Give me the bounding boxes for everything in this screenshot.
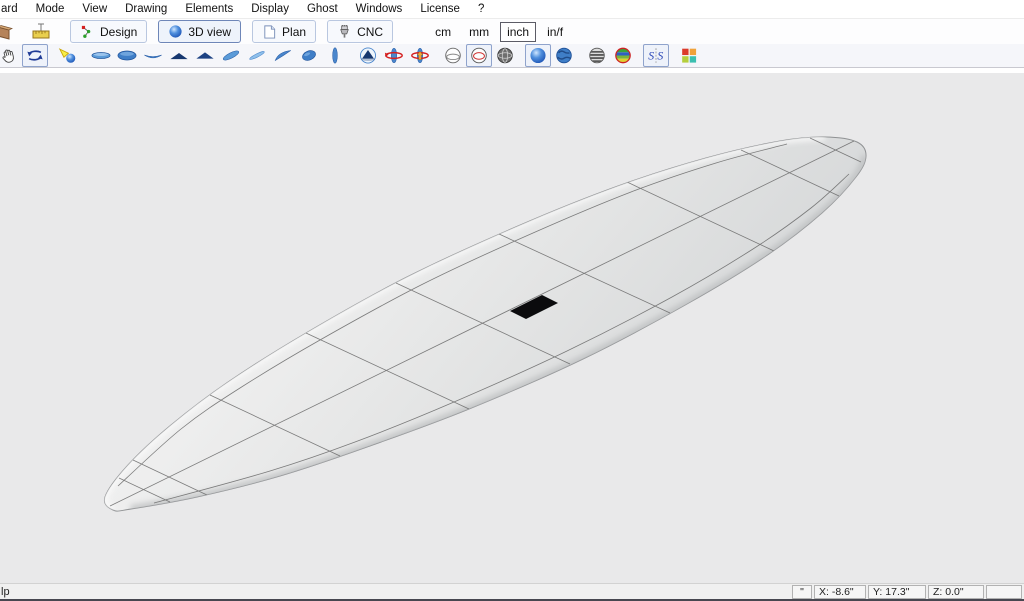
- status-z-coordinate: Z: 0.0": [928, 585, 984, 599]
- cnc-button[interactable]: CNC: [327, 20, 393, 43]
- file-icon[interactable]: [0, 21, 16, 43]
- svg-text:S: S: [657, 49, 663, 63]
- render-wireframe-red-icon[interactable]: [466, 44, 492, 67]
- menu-item-windows[interactable]: Windows: [347, 1, 412, 17]
- view-front-icon[interactable]: [166, 44, 192, 67]
- view-perspective-wedge-icon[interactable]: [270, 44, 296, 67]
- status-help-text: lp: [1, 586, 10, 598]
- blue-sphere-icon: [168, 24, 183, 39]
- menu-item-mode[interactable]: Mode: [27, 1, 74, 17]
- pan-hand-icon[interactable]: [0, 44, 22, 67]
- render-textured-icon[interactable]: [551, 44, 577, 67]
- page-icon: [262, 24, 277, 39]
- main-toolbar-buttons: Design 3D view Plan CNC: [70, 20, 404, 43]
- status-empty-panel: [986, 585, 1022, 599]
- render-stripes-color-icon[interactable]: [610, 44, 636, 67]
- status-y-coordinate: Y: 17.3": [868, 585, 926, 599]
- sphere-fin-icon[interactable]: [355, 44, 381, 67]
- view-perspective-blob-icon[interactable]: [296, 44, 322, 67]
- board-stringer-line: [110, 141, 854, 506]
- menu-item-elements[interactable]: Elements: [176, 1, 242, 17]
- render-wireframe-dark-icon[interactable]: [492, 44, 518, 67]
- ruler-icon[interactable]: [30, 21, 52, 43]
- color-tiles-icon[interactable]: [676, 44, 702, 67]
- viewport-3d[interactable]: [0, 73, 1024, 583]
- view-bottom-icon[interactable]: [114, 44, 140, 67]
- status-x-coordinate: X: -8.6": [814, 585, 866, 599]
- view-side-ellipse-icon[interactable]: [322, 44, 348, 67]
- view-top-outline-icon[interactable]: [88, 44, 114, 67]
- unit-cm[interactable]: cm: [428, 22, 458, 42]
- cnc-head-icon: [337, 24, 352, 39]
- menu-item-ghost[interactable]: Ghost: [298, 1, 347, 17]
- status-unit-panel: ": [792, 585, 812, 599]
- menu-bar: ard Mode View Drawing Elements Display G…: [0, 0, 1024, 19]
- status-coordinates: " X: -8.6" Y: 17.3" Z: 0.0": [792, 585, 1024, 599]
- menu-item-board[interactable]: ard: [0, 1, 27, 17]
- view-perspective-top-icon[interactable]: [218, 44, 244, 67]
- menu-item-help[interactable]: ?: [469, 1, 493, 17]
- plan-button[interactable]: Plan: [252, 20, 316, 43]
- render-wireframe-light-icon[interactable]: [440, 44, 466, 67]
- control-points-icon: [80, 24, 95, 39]
- view-rocker-icon[interactable]: [140, 44, 166, 67]
- board-outline: [104, 137, 866, 511]
- view-toolbar: S S: [0, 44, 1024, 68]
- rotate-push-icon[interactable]: [407, 44, 433, 67]
- unit-switcher: cm mm inch in/f: [426, 22, 572, 42]
- menu-item-display[interactable]: Display: [242, 1, 298, 17]
- main-toolbar: Design 3D view Plan CNC cm: [0, 19, 1024, 44]
- render-stripes-gray-icon[interactable]: [584, 44, 610, 67]
- unit-inf[interactable]: in/f: [540, 22, 570, 42]
- render-solid-blue-icon[interactable]: [525, 44, 551, 67]
- unit-inch[interactable]: inch: [500, 22, 536, 42]
- board-mesh: [110, 138, 861, 506]
- view-perspective-flat-icon[interactable]: [244, 44, 270, 67]
- rotate-3d-icon[interactable]: [22, 44, 48, 67]
- status-bar: lp " X: -8.6" Y: 17.3" Z: 0.0": [0, 583, 1024, 601]
- menu-item-view[interactable]: View: [73, 1, 116, 17]
- view-back-icon[interactable]: [192, 44, 218, 67]
- design-button[interactable]: Design: [70, 20, 147, 43]
- zoom-light-icon[interactable]: [55, 44, 81, 67]
- symmetry-icon[interactable]: S S: [643, 44, 669, 67]
- menu-item-license[interactable]: License: [411, 1, 469, 17]
- board-svg: [0, 73, 1024, 583]
- 3d-view-button[interactable]: 3D view: [158, 20, 241, 43]
- rotate-axis-icon[interactable]: [381, 44, 407, 67]
- svg-text:S: S: [648, 49, 654, 63]
- menu-item-drawing[interactable]: Drawing: [116, 1, 176, 17]
- unit-mm[interactable]: mm: [462, 22, 496, 42]
